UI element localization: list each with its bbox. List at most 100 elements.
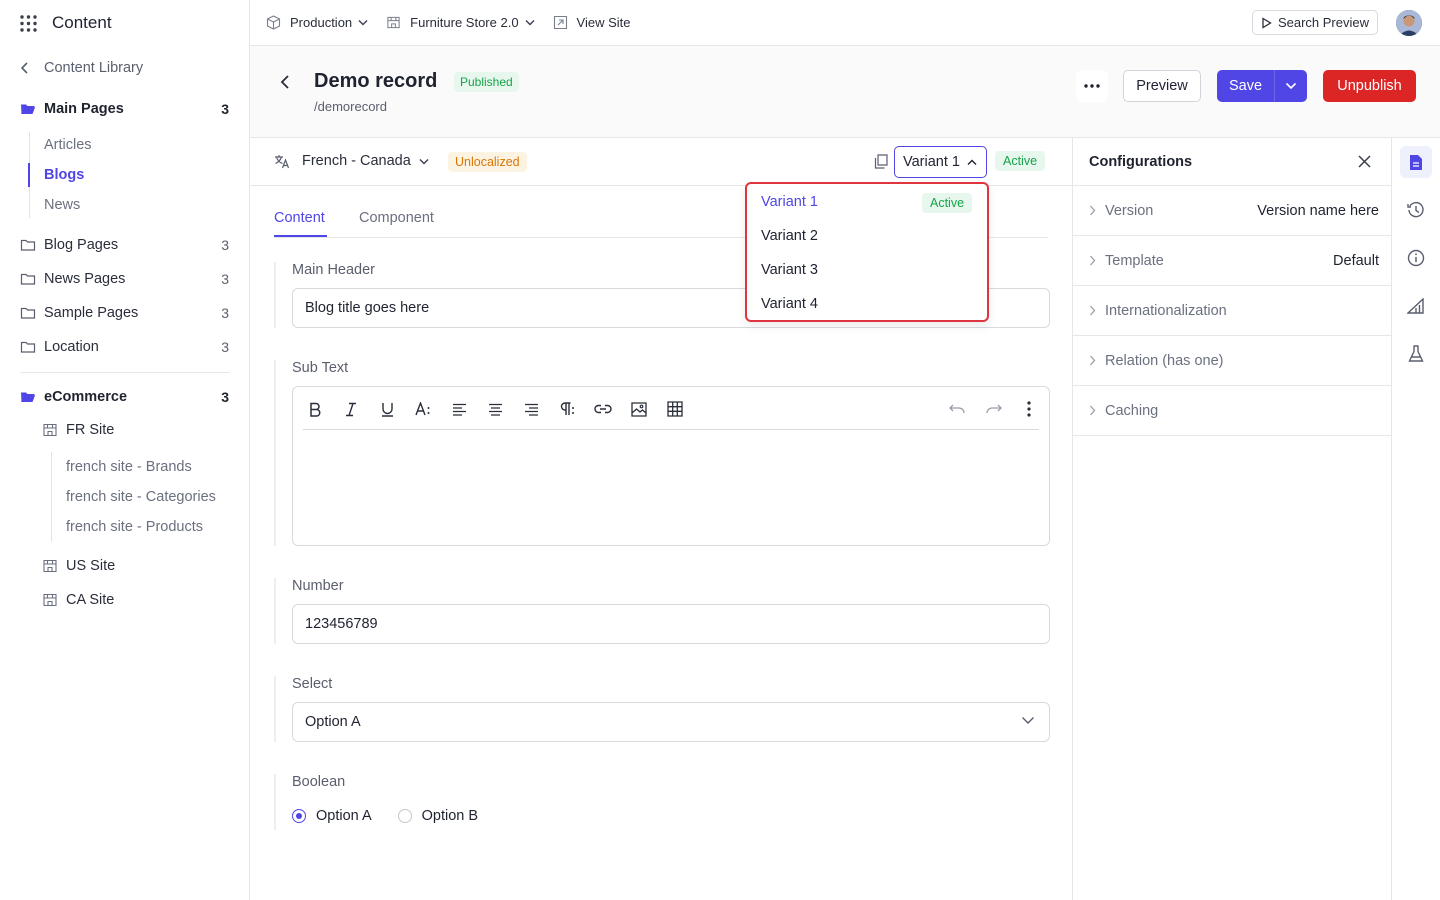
chevron-up-icon: [967, 159, 977, 165]
sidebar-item-news[interactable]: News: [44, 197, 80, 213]
sidebar: Content Content Library Main Pages 3 Art…: [0, 0, 250, 900]
chevron-right-icon: [1090, 205, 1096, 216]
sidebar-item-main-pages[interactable]: Main Pages 3: [20, 97, 229, 121]
link-button[interactable]: [593, 399, 613, 419]
variant-option-2[interactable]: Variant 2: [761, 228, 818, 244]
sidebar-item-blogs[interactable]: Blogs: [44, 167, 84, 183]
unpublish-button[interactable]: Unpublish: [1323, 70, 1416, 102]
config-row-relation[interactable]: Relation (has one): [1073, 336, 1391, 386]
text-size-button[interactable]: [413, 399, 433, 419]
sidebar-item-us-site[interactable]: US Site: [42, 558, 115, 574]
avatar[interactable]: [1396, 10, 1422, 36]
sidebar-item-fr-site[interactable]: FR Site: [42, 422, 114, 438]
select-dropdown[interactable]: Option A: [292, 702, 1050, 742]
apps-grid-icon[interactable]: [20, 14, 37, 32]
rail-experiment-button[interactable]: [1400, 338, 1432, 370]
variant-selector[interactable]: Variant 1: [894, 146, 987, 178]
chevron-down-icon: [525, 20, 535, 26]
sidebar-item-count: 3: [221, 305, 229, 321]
undo-button[interactable]: [947, 399, 967, 419]
chevron-right-icon: [1090, 405, 1096, 416]
more-options-button[interactable]: [1076, 70, 1108, 102]
config-row-internationalization[interactable]: Internationalization: [1073, 286, 1391, 336]
sidebar-item-ecommerce[interactable]: eCommerce 3: [20, 385, 229, 409]
sidebar-item-sample-pages[interactable]: Sample Pages 3: [20, 301, 229, 325]
save-button[interactable]: Save: [1217, 70, 1275, 102]
environment-selector[interactable]: Production: [266, 15, 368, 30]
select-value: Option A: [305, 714, 361, 730]
signal-chart-icon: [1407, 298, 1424, 314]
align-center-button[interactable]: [485, 399, 505, 419]
more-vertical-icon: [1027, 401, 1031, 417]
align-right-button[interactable]: [521, 399, 541, 419]
underline-button[interactable]: [377, 399, 397, 419]
radio-option-b[interactable]: Option B: [397, 808, 478, 824]
configurations-header: Configurations: [1073, 138, 1391, 186]
back-arrow-icon[interactable]: [278, 74, 292, 90]
sidebar-item-ca-site[interactable]: CA Site: [42, 592, 114, 608]
config-row-caching[interactable]: Caching: [1073, 386, 1391, 436]
locale-selector[interactable]: French - Canada: [274, 153, 429, 169]
chevron-down-icon: [358, 20, 368, 26]
rail-analytics-button[interactable]: [1400, 290, 1432, 322]
config-row-template[interactable]: Template Default: [1073, 236, 1391, 286]
number-field: Number 123456789: [274, 578, 1050, 644]
italic-button[interactable]: [341, 399, 361, 419]
sidebar-item-label: FR Site: [66, 422, 115, 438]
bold-button[interactable]: [305, 399, 325, 419]
sidebar-item-location[interactable]: Location 3: [20, 335, 229, 359]
sidebar-item-fr-brands[interactable]: french site - Brands: [66, 459, 192, 475]
record-title: Demo record: [314, 70, 438, 92]
rich-text-editor[interactable]: [292, 386, 1050, 546]
external-link-icon: [553, 15, 567, 30]
rail-info-button[interactable]: [1400, 242, 1432, 274]
save-options-button[interactable]: [1275, 70, 1307, 102]
folder-open-icon: [21, 104, 35, 114]
redo-button[interactable]: [983, 399, 1003, 419]
active-indicator: [28, 163, 30, 187]
history-icon: [1407, 201, 1424, 218]
image-button[interactable]: [629, 399, 649, 419]
rail-document-button[interactable]: [1400, 146, 1432, 178]
sidebar-item-blog-pages[interactable]: Blog Pages 3: [20, 233, 229, 257]
table-button[interactable]: [665, 399, 685, 419]
undo-icon: [948, 404, 965, 413]
rail-history-button[interactable]: [1400, 194, 1432, 226]
text-size-icon: [415, 402, 430, 416]
close-icon[interactable]: [1358, 155, 1371, 168]
content-library-back-link[interactable]: Content Library: [20, 60, 143, 76]
locale-bar: French - Canada Unlocalized Variant 1 Ac…: [250, 138, 1072, 186]
search-preview-button[interactable]: Search Preview: [1251, 10, 1378, 35]
user-avatar-icon: [1396, 10, 1422, 36]
variant-label: Variant 1: [903, 154, 960, 170]
locale-label: French - Canada: [302, 153, 411, 169]
config-row-version[interactable]: Version Version name here: [1073, 186, 1391, 236]
config-key: Version: [1105, 202, 1154, 219]
image-icon: [631, 401, 647, 417]
folder-icon: [20, 307, 36, 319]
variant-option-1[interactable]: Variant 1: [761, 194, 818, 210]
paragraph-button[interactable]: [557, 399, 577, 419]
sidebar-item-articles[interactable]: Articles: [44, 137, 92, 153]
tab-content[interactable]: Content: [274, 210, 325, 226]
project-selector[interactable]: Furniture Store 2.0: [386, 15, 535, 30]
chevron-right-icon: [1090, 355, 1096, 366]
variant-option-4[interactable]: Variant 4: [761, 296, 818, 312]
sidebar-item-fr-products[interactable]: french site - Products: [66, 519, 203, 535]
variant-option-3[interactable]: Variant 3: [761, 262, 818, 278]
tab-component[interactable]: Component: [359, 210, 434, 226]
sidebar-item-news-pages[interactable]: News Pages 3: [20, 267, 229, 291]
radio-unchecked[interactable]: [397, 809, 412, 823]
sidebar-item-fr-categories[interactable]: french site - Categories: [66, 489, 216, 505]
radio-checked[interactable]: [292, 809, 306, 823]
rte-more-button[interactable]: [1019, 399, 1039, 419]
chevron-right-icon: [1090, 305, 1096, 316]
app-title: Content: [52, 13, 112, 32]
view-site-link[interactable]: View Site: [553, 15, 631, 30]
radio-option-a[interactable]: Option A: [292, 808, 372, 824]
number-input[interactable]: 123456789: [292, 604, 1050, 644]
redo-icon: [985, 404, 1002, 413]
copy-icon[interactable]: [874, 154, 888, 169]
preview-button[interactable]: Preview: [1123, 70, 1201, 102]
align-left-button[interactable]: [449, 399, 469, 419]
